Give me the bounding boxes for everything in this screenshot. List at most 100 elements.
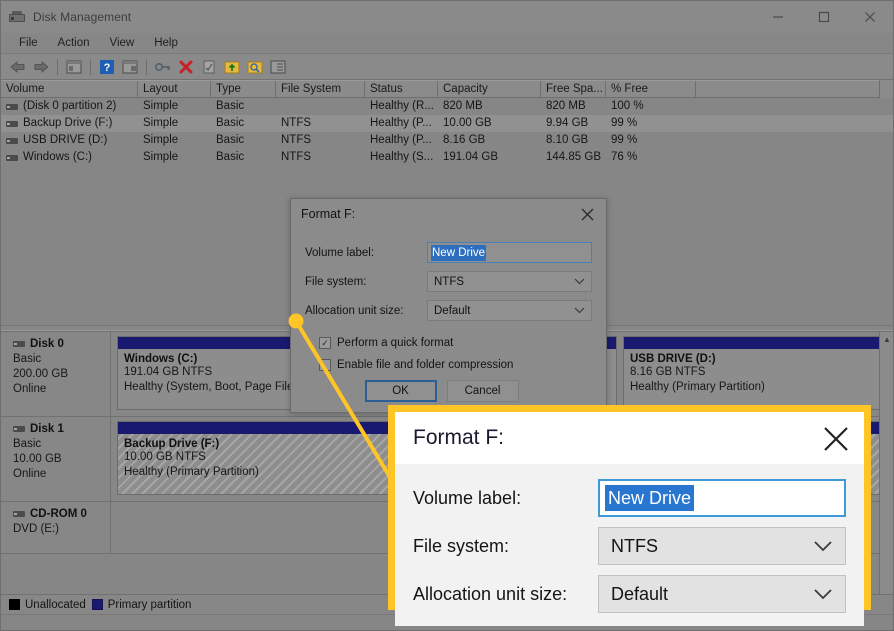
format-dialog-title: Format F: <box>301 207 355 221</box>
column-header-type[interactable]: Type <box>211 81 276 97</box>
format-dialog[interactable]: Format F: Volume label: New Drive File s… <box>290 198 607 413</box>
cdrom-media: DVD (E:) <box>13 522 110 537</box>
compression-checkbox[interactable] <box>319 359 331 371</box>
column-header-free-space[interactable]: Free Spa... <box>541 81 606 97</box>
menu-item-help[interactable]: Help <box>144 33 188 54</box>
column-header-volume[interactable]: Volume <box>1 81 138 97</box>
cell-volume: USB DRIVE (D:) <box>23 132 107 149</box>
field-row-file-system: File system: NTFS <box>305 268 592 295</box>
volume-label-input[interactable]: New Drive <box>427 242 592 263</box>
menu-item-action[interactable]: Action <box>48 33 100 54</box>
close-button[interactable] <box>847 1 893 33</box>
callout-label-volume-label: Volume label: <box>413 488 598 509</box>
forward-icon[interactable] <box>30 56 52 78</box>
cell-free-space: 9.94 GB <box>541 115 606 132</box>
disk-type-disk-0: Basic <box>13 352 110 367</box>
allocation-unit-size-value: Default <box>434 305 470 317</box>
disk-label-disk-0: Disk 0 <box>13 338 110 350</box>
disk-status-disk-1: Online <box>13 467 110 482</box>
disk-icon <box>13 426 25 432</box>
disk-view-scrollbar[interactable]: ▲ <box>879 332 893 594</box>
cell-layout: Simple <box>138 132 211 149</box>
help-icon[interactable]: ? <box>96 56 118 78</box>
rescan-disks-icon[interactable] <box>221 56 243 78</box>
close-icon[interactable] <box>568 199 606 229</box>
quick-format-checkbox[interactable]: ✓ <box>319 337 331 349</box>
checkbox-row-quick-format[interactable]: ✓ Perform a quick format <box>305 332 592 354</box>
toolbar-separator <box>146 59 147 75</box>
column-header-percent-free[interactable]: % Free <box>606 81 696 97</box>
legend-swatch-primary-partition <box>92 599 103 610</box>
menu-item-view[interactable]: View <box>100 33 145 54</box>
refresh-icon[interactable] <box>198 56 220 78</box>
cell-status: Healthy (R... <box>365 98 438 115</box>
toolbar-separator <box>57 59 58 75</box>
callout-volume-label-input[interactable]: New Drive <box>598 479 846 517</box>
menu-item-file[interactable]: File <box>9 33 48 54</box>
cell-file-system: NTFS <box>276 149 365 166</box>
disk-label-cdrom-0: CD-ROM 0 <box>13 508 110 520</box>
cdrom-icon <box>13 511 25 517</box>
ok-button[interactable]: OK <box>365 380 437 402</box>
cell-free-space: 820 MB <box>541 98 606 115</box>
cancel-button[interactable]: Cancel <box>447 380 519 402</box>
column-header-capacity[interactable]: Capacity <box>438 81 541 97</box>
cell-percent-free: 76 % <box>606 149 696 166</box>
cell-status: Healthy (S... <box>365 149 438 166</box>
file-system-select[interactable]: NTFS <box>427 271 592 292</box>
column-header-status[interactable]: Status <box>365 81 438 97</box>
label-volume-label: Volume label: <box>305 247 427 259</box>
show-hide-action-pane-icon[interactable] <box>119 56 141 78</box>
chevron-down-icon <box>574 277 585 287</box>
allocation-unit-size-select[interactable]: Default <box>427 300 592 321</box>
minimize-button[interactable] <box>755 1 801 33</box>
zoomed-format-dialog-callout: Format F: Volume label: New Drive File s… <box>388 405 871 610</box>
cell-file-system: NTFS <box>276 132 365 149</box>
menu-bar: File Action View Help <box>1 33 893 54</box>
compression-label: Enable file and folder compression <box>337 359 513 371</box>
callout-field-row-file-system: File system: NTFS <box>413 522 846 570</box>
callout-field-row-allocation-unit-size: Allocation unit size: Default <box>413 570 846 618</box>
close-icon[interactable] <box>822 425 850 458</box>
cell-percent-free: 99 % <box>606 132 696 149</box>
callout-field-row-volume-label: Volume label: New Drive <box>413 474 846 522</box>
svg-text:?: ? <box>104 62 111 74</box>
table-row[interactable]: Backup Drive (F:) Simple Basic NTFS Heal… <box>1 115 893 132</box>
chevron-down-icon <box>813 584 833 605</box>
legend-item-primary-partition: Primary partition <box>92 599 192 611</box>
callout-label-allocation-unit-size: Allocation unit size: <box>413 584 598 605</box>
table-row[interactable]: (Disk 0 partition 2) Simple Basic Health… <box>1 98 893 115</box>
volume-list-scrollbar[interactable] <box>879 80 893 98</box>
column-header-layout[interactable]: Layout <box>138 81 211 97</box>
checkbox-row-compression[interactable]: Enable file and folder compression <box>305 354 592 376</box>
partition-color-bar <box>624 337 886 349</box>
disk-type-disk-1: Basic <box>13 437 110 452</box>
show-hide-console-tree-icon[interactable] <box>63 56 85 78</box>
scroll-up-arrow[interactable]: ▲ <box>880 332 893 346</box>
callout-allocation-unit-size-select[interactable]: Default <box>598 575 846 613</box>
list-view-icon[interactable] <box>267 56 289 78</box>
disk-size-disk-1: 10.00 GB <box>13 452 110 467</box>
title-bar: Disk Management <box>1 1 893 33</box>
properties-icon[interactable] <box>152 56 174 78</box>
cell-percent-free: 100 % <box>606 98 696 115</box>
maximize-button[interactable] <box>801 1 847 33</box>
chevron-down-icon <box>813 536 833 557</box>
volume-icon <box>6 138 18 144</box>
volume-icon <box>6 104 18 110</box>
cell-capacity: 191.04 GB <box>438 149 541 166</box>
search-disks-icon[interactable] <box>244 56 266 78</box>
delete-icon[interactable] <box>175 56 197 78</box>
column-header-file-system[interactable]: File System <box>276 81 365 97</box>
partition-usb-drive-d[interactable]: USB DRIVE (D:) 8.16 GB NTFS Healthy (Pri… <box>623 336 887 410</box>
disk-status-disk-0: Online <box>13 382 110 397</box>
back-icon[interactable] <box>7 56 29 78</box>
cell-capacity: 10.00 GB <box>438 115 541 132</box>
table-row[interactable]: Windows (C:) Simple Basic NTFS Healthy (… <box>1 149 893 166</box>
callout-file-system-select[interactable]: NTFS <box>598 527 846 565</box>
table-row[interactable]: USB DRIVE (D:) Simple Basic NTFS Healthy… <box>1 132 893 149</box>
cell-layout: Simple <box>138 115 211 132</box>
callout-file-system-value: NTFS <box>611 536 658 557</box>
label-allocation-unit-size: Allocation unit size: <box>305 305 427 317</box>
disk-drive-icon <box>9 9 25 25</box>
